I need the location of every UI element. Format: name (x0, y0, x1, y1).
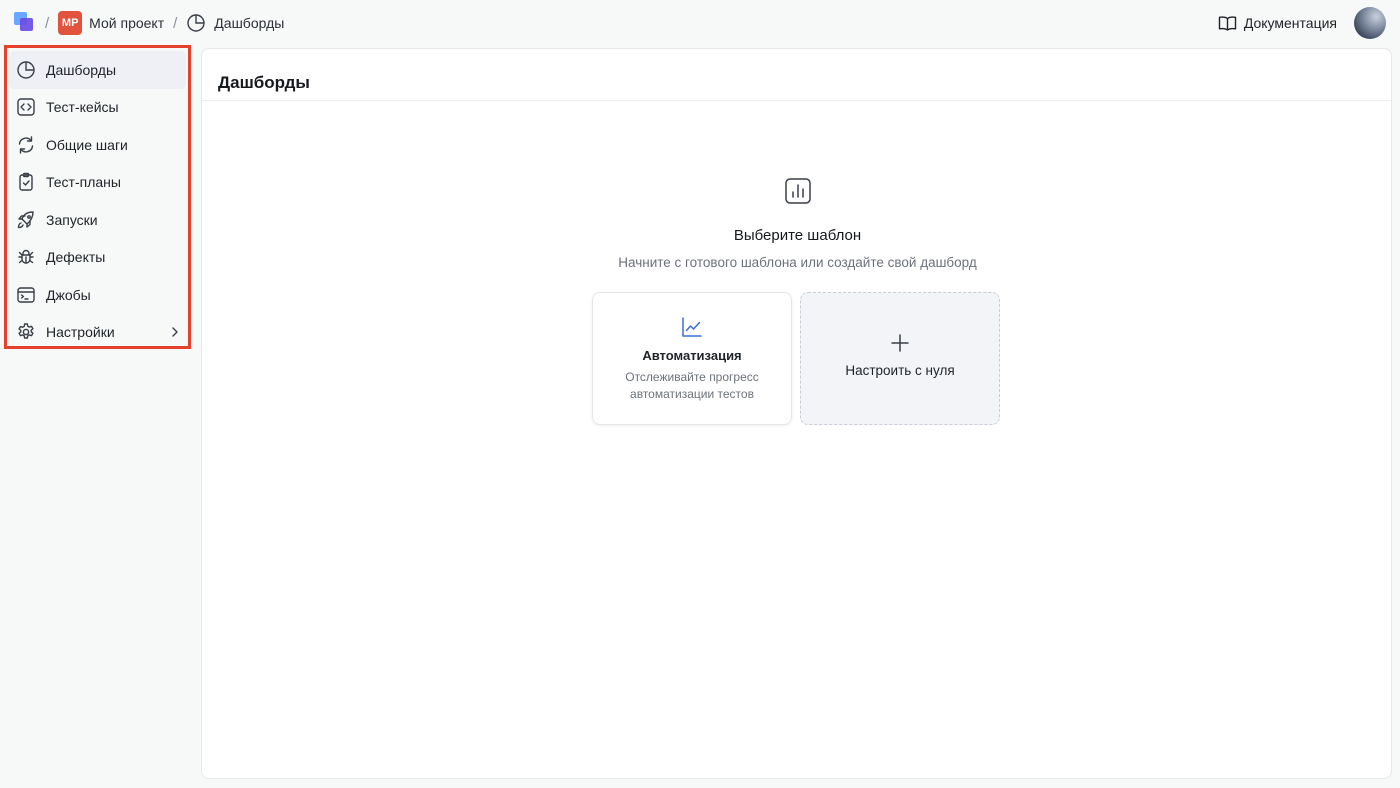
top-bar: / MP Мой проект / Дашборды Документация (0, 0, 1400, 46)
line-chart-icon (680, 315, 704, 339)
sidebar-item-label: Общие шаги (46, 136, 128, 153)
documentation-link[interactable]: Документация (1218, 15, 1337, 32)
empty-state: Выберите шаблон Начните с готового шабло… (202, 177, 1393, 270)
main-header: Дашборды (202, 49, 1391, 101)
gear-icon (16, 322, 36, 342)
sidebar-item-test-cases[interactable]: Тест-кейсы (9, 89, 186, 127)
sidebar-item-jobs[interactable]: Джобы (9, 276, 186, 314)
clipboard-check-icon (16, 172, 36, 192)
sidebar-item-label: Дашборды (46, 61, 116, 78)
sidebar-item-defects[interactable]: Дефекты (9, 239, 186, 277)
sidebar-item-label: Джобы (46, 286, 91, 303)
sidebar-item-label: Настройки (46, 324, 115, 341)
chevron-right-icon (170, 326, 180, 338)
refresh-icon (16, 135, 36, 155)
page-title: Дашборды (218, 73, 310, 92)
template-card-automation[interactable]: Автоматизация Отслеживайте прогресс авто… (592, 292, 792, 425)
sidebar-item-launches[interactable]: Запуски (9, 201, 186, 239)
code-icon (16, 97, 36, 117)
template-card-title: Автоматизация (642, 348, 742, 363)
avatar[interactable] (1354, 7, 1386, 39)
terminal-icon (16, 285, 36, 305)
template-card-title: Настроить с нуля (845, 363, 955, 378)
sidebar-item-test-plans[interactable]: Тест-планы (9, 164, 186, 202)
pie-chart-icon (186, 13, 206, 33)
sidebar-item-label: Запуски (46, 211, 98, 228)
project-badge[interactable]: MP (58, 11, 83, 35)
pie-chart-icon (16, 60, 36, 80)
sidebar-item-shared-steps[interactable]: Общие шаги (9, 126, 186, 164)
sidebar-item-dashboards[interactable]: Дашборды (9, 51, 186, 89)
sidebar-nav: Дашборды Тест-кейсы Общие шаги Тест-план… (4, 45, 191, 349)
book-icon (1218, 15, 1237, 31)
sidebar-item-label: Тест-планы (46, 174, 121, 191)
main-panel: Дашборды Выберите шаблон Начните с готов… (201, 48, 1392, 779)
template-cards: Автоматизация Отслеживайте прогресс авто… (592, 292, 1000, 425)
empty-state-title: Выберите шаблон (733, 227, 862, 244)
sidebar-item-label: Тест-кейсы (46, 99, 119, 116)
breadcrumb-current: Дашборды (214, 15, 285, 31)
sidebar-item-settings[interactable]: Настройки (9, 314, 186, 352)
breadcrumb-project[interactable]: Мой проект (89, 15, 164, 31)
app-logo-icon[interactable] (14, 12, 36, 34)
documentation-label: Документация (1243, 15, 1337, 31)
plus-icon (888, 331, 912, 355)
breadcrumb-separator: / (45, 14, 50, 32)
sidebar-item-label: Дефекты (46, 249, 106, 266)
bug-icon (16, 247, 36, 267)
breadcrumb-separator: / (173, 14, 178, 32)
bar-chart-icon (784, 177, 812, 205)
empty-state-subtitle: Начните с готового шаблона или создайте … (618, 255, 977, 270)
rocket-icon (16, 210, 36, 230)
template-card-description: Отслеживайте прогресс автоматизации тест… (625, 370, 759, 401)
template-card-blank[interactable]: Настроить с нуля (800, 292, 1000, 425)
